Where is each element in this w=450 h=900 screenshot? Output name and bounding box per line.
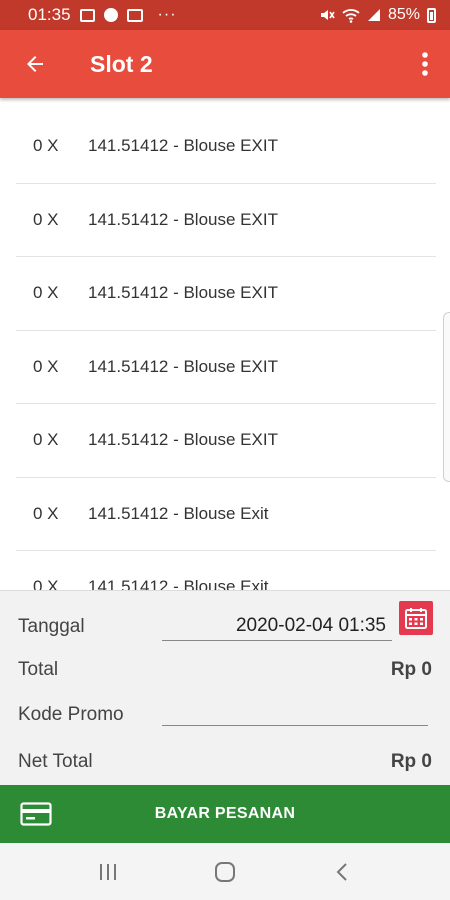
- list-item[interactable]: 0 X 141.51412 - Blouse EXIT: [16, 331, 436, 404]
- home-icon: [214, 861, 235, 882]
- recent-apps-icon: [100, 863, 117, 880]
- item-name: 141.51412 - Blouse EXIT: [88, 136, 278, 156]
- item-name: 141.51412 - Blouse EXIT: [88, 356, 278, 376]
- item-name: 141.51412 - Blouse EXIT: [88, 209, 278, 229]
- more-notifications-icon: ···: [157, 6, 177, 23]
- arrow-back-icon: [27, 56, 43, 72]
- item-name: 141.51412 - Blouse EXIT: [88, 430, 278, 450]
- item-qty: 0 X: [33, 283, 59, 303]
- item-qty: 0 X: [33, 356, 59, 376]
- order-summary: Tanggal 2020-02-04 01:35 Total Rp 0 Kode…: [0, 590, 450, 785]
- recent-apps-button[interactable]: [88, 852, 128, 892]
- net-total-value: Rp 0: [390, 751, 432, 772]
- page-title: Slot 2: [90, 50, 153, 77]
- scroll-handle[interactable]: [443, 312, 450, 482]
- calendar-button[interactable]: [399, 601, 433, 635]
- item-name: 141.51412 - Blouse EXIT: [88, 283, 278, 303]
- overflow-menu-button[interactable]: [400, 30, 450, 98]
- item-qty: 0 X: [33, 503, 59, 523]
- pay-order-button[interactable]: BAYAR PESANAN: [0, 785, 450, 843]
- net-total-label: Net Total: [18, 751, 93, 772]
- item-list[interactable]: 0 X 141.51412 - Blouse EXIT 0 X 141.5141…: [16, 110, 436, 590]
- list-item[interactable]: 0 X 141.51412 - Blouse EXIT: [16, 184, 436, 257]
- list-item[interactable]: 0 X 141.51412 - Blouse Exit: [16, 551, 436, 590]
- mail-icon: [126, 8, 143, 22]
- pay-order-label: BAYAR PESANAN: [154, 805, 296, 822]
- app-bar: Slot 2: [0, 30, 450, 98]
- list-item[interactable]: 0 X 141.51412 - Blouse EXIT: [16, 257, 436, 331]
- date-label: Tanggal: [18, 616, 85, 637]
- total-value: Rp 0: [390, 659, 432, 680]
- list-item[interactable]: 0 X 141.51412 - Blouse EXIT: [16, 110, 436, 184]
- back-button[interactable]: [0, 30, 70, 98]
- battery-icon: [427, 7, 436, 23]
- facebook-icon: [103, 8, 118, 22]
- item-name: 141.51412 - Blouse Exit: [88, 577, 269, 590]
- signal-icon: [367, 9, 380, 21]
- chevron-left-icon: [336, 862, 347, 881]
- status-time: 01:35: [28, 5, 71, 24]
- total-label: Total: [18, 659, 59, 680]
- back-nav-button[interactable]: [322, 852, 362, 892]
- item-qty: 0 X: [33, 209, 59, 229]
- mute-icon: [320, 10, 335, 20]
- date-field[interactable]: 2020-02-04 01:35: [162, 611, 392, 641]
- gallery-icon: [79, 8, 95, 22]
- item-qty: 0 X: [33, 577, 59, 590]
- item-qty: 0 X: [33, 136, 59, 156]
- home-button[interactable]: [205, 852, 245, 892]
- calendar-icon: [405, 608, 427, 629]
- item-name: 141.51412 - Blouse Exit: [88, 503, 269, 523]
- wifi-icon: [342, 8, 360, 23]
- promo-code-input[interactable]: [162, 696, 428, 726]
- list-item[interactable]: 0 X 141.51412 - Blouse Exit: [16, 478, 436, 551]
- item-qty: 0 X: [33, 430, 59, 450]
- system-nav-bar: [0, 843, 450, 900]
- more-vert-icon: [422, 52, 428, 76]
- promo-label: Kode Promo: [18, 704, 124, 725]
- status-bar: 01:35 ··· 85%: [0, 0, 450, 30]
- battery-percent: 85%: [387, 6, 420, 23]
- list-item[interactable]: 0 X 141.51412 - Blouse EXIT: [16, 404, 436, 478]
